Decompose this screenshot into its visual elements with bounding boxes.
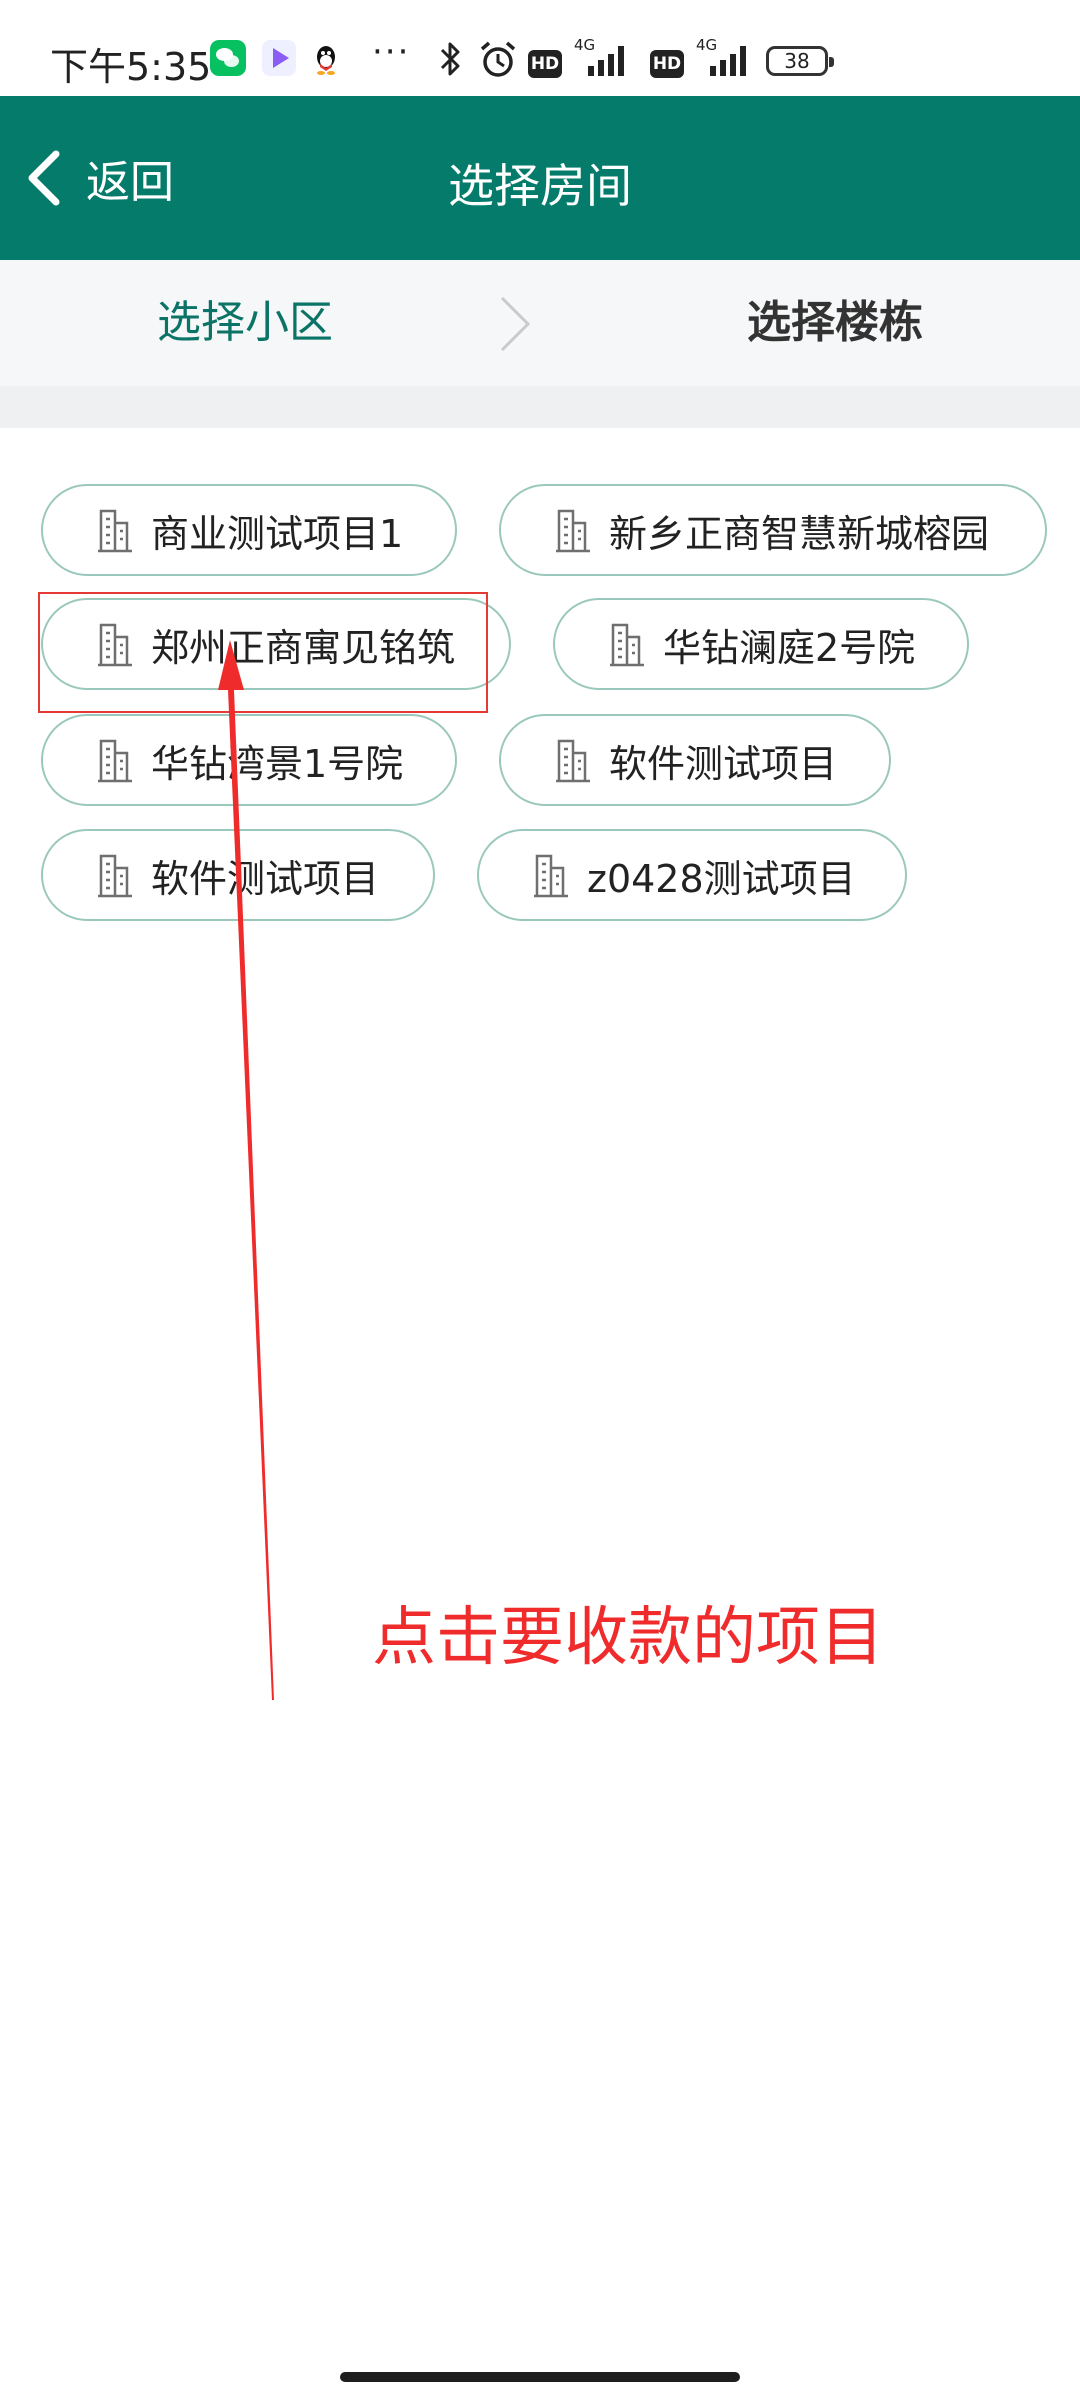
project-label: 新乡正商智慧新城榕园 xyxy=(609,511,990,556)
hd-icon: HD xyxy=(528,50,562,78)
project-label: 商业测试项目1 xyxy=(151,511,404,556)
video-app-icon xyxy=(262,40,296,76)
hd-icon: HD xyxy=(650,50,684,78)
bluetooth-icon xyxy=(440,42,460,76)
building-icon xyxy=(534,854,568,898)
network-type-label: 4G xyxy=(696,36,717,54)
breadcrumb-step-building: 选择楼栋 xyxy=(747,297,923,348)
project-chip[interactable]: 华钻澜庭2号院 xyxy=(553,598,969,690)
signal-icon: 4G xyxy=(574,36,624,76)
project-label: 华钻澜庭2号院 xyxy=(663,625,916,670)
battery-icon: 38 xyxy=(766,46,834,76)
qq-icon xyxy=(317,46,335,75)
signal-icon: 4G xyxy=(696,36,746,76)
project-chip[interactable]: z0428测试项目 xyxy=(477,829,907,921)
building-icon xyxy=(556,509,590,553)
project-label: z0428测试项目 xyxy=(587,856,856,901)
section-divider xyxy=(0,386,1080,428)
wechat-icon xyxy=(210,40,246,76)
building-icon xyxy=(98,509,132,553)
app-header: 返回 选择房间 xyxy=(0,96,1080,260)
project-chip[interactable]: 华钻湾景1号院 xyxy=(41,714,457,806)
annotation-highlight-box xyxy=(38,592,488,713)
annotation-text: 点击要收款的项目 xyxy=(372,1601,884,1675)
breadcrumb-step-community[interactable]: 选择小区 xyxy=(0,260,490,386)
building-icon xyxy=(610,623,644,667)
project-chip[interactable]: 商业测试项目1 xyxy=(41,484,457,576)
building-icon xyxy=(98,854,132,898)
project-label: 软件测试项目 xyxy=(151,856,380,901)
status-time: 下午5:35 xyxy=(50,45,212,89)
more-notifications-icon: ··· xyxy=(372,32,411,72)
alarm-icon xyxy=(480,41,516,77)
status-bar: 下午5:35 ··· HD 4G HD 4G 38 xyxy=(0,0,1080,96)
building-icon xyxy=(556,739,590,783)
building-icon xyxy=(98,739,132,783)
breadcrumb: 选择小区 选择楼栋 xyxy=(0,260,1080,386)
chevron-right-icon xyxy=(500,296,531,352)
project-chip[interactable]: 软件测试项目 xyxy=(499,714,891,806)
page-title: 选择房间 xyxy=(448,159,632,213)
project-chip[interactable]: 软件测试项目 xyxy=(41,829,435,921)
network-type-label: 4G xyxy=(574,36,595,54)
project-chip[interactable]: 新乡正商智慧新城榕园 xyxy=(499,484,1047,576)
project-label: 华钻湾景1号院 xyxy=(151,741,404,786)
project-label: 软件测试项目 xyxy=(609,741,838,786)
home-indicator[interactable] xyxy=(340,2372,740,2382)
